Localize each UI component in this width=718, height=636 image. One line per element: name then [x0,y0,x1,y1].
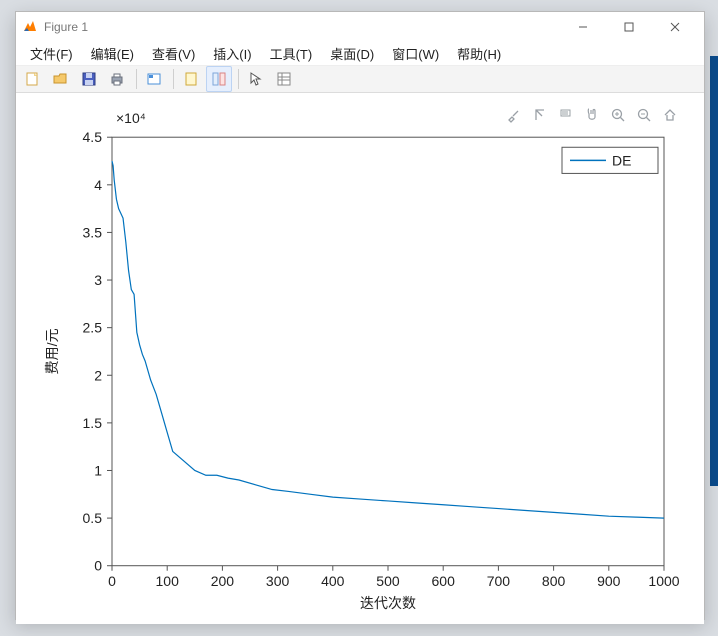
y-tick-label: 3 [94,272,102,288]
window-title: Figure 1 [44,20,560,34]
y-tick-label: 4.5 [83,129,103,145]
toolbar-separator [136,69,137,89]
menu-bar: 文件(F) 编辑(E) 查看(V) 插入(I) 工具(T) 桌面(D) 窗口(W… [16,42,704,66]
menu-window[interactable]: 窗口(W) [384,42,447,65]
x-tick-label: 500 [376,573,400,589]
x-tick-label: 0 [108,573,116,589]
axes-toolbar [504,105,680,125]
window-controls [560,12,698,42]
y-tick-label: 1.5 [83,415,103,431]
save-button[interactable] [76,66,102,92]
new-figure-button[interactable] [20,66,46,92]
menu-help[interactable]: 帮助(H) [449,42,509,65]
menu-tools[interactable]: 工具(T) [262,42,321,65]
data-tip-icon[interactable] [556,105,576,125]
restore-view-icon[interactable] [660,105,680,125]
menu-file[interactable]: 文件(F) [22,42,81,65]
zoom-in-icon[interactable] [608,105,628,125]
matlab-icon [22,19,38,35]
y-tick-label: 4 [94,177,102,193]
y-tick-label: 2.5 [83,320,103,336]
zoom-out-icon[interactable] [634,105,654,125]
x-tick-label: 300 [266,573,290,589]
rotate-icon[interactable] [530,105,550,125]
data-cursor-button[interactable] [141,66,167,92]
menu-insert[interactable]: 插入(I) [205,42,259,65]
x-tick-label: 600 [432,573,456,589]
figure-window: Figure 1 文件(F) 编辑(E) 查看(V) 插入(I) 工具(T) 桌… [15,11,705,620]
x-tick-label: 400 [321,573,345,589]
y-axis-label: 费用/元 [44,328,60,374]
x-tick-label: 900 [597,573,621,589]
x-axis-label: 迭代次数 [360,595,416,611]
y-tick-label: 0.5 [83,510,103,526]
legend-label: DE [612,152,631,168]
x-tick-label: 200 [211,573,235,589]
x-tick-label: 100 [156,573,180,589]
print-button[interactable] [104,66,130,92]
toolbar-separator [238,69,239,89]
toolbar-separator [173,69,174,89]
open-button[interactable] [48,66,74,92]
toolbar [16,66,704,93]
y-exponent-label: ×10⁴ [116,110,146,126]
x-tick-label: 700 [487,573,511,589]
y-tick-label: 3.5 [83,224,103,240]
edit-plot-button[interactable] [243,66,269,92]
menu-view[interactable]: 查看(V) [144,42,203,65]
minimize-button[interactable] [560,12,606,42]
y-tick-label: 2 [94,367,102,383]
close-button[interactable] [652,12,698,42]
y-tick-label: 0 [94,558,102,574]
insert-colorbar-button[interactable] [206,66,232,92]
menu-desktop[interactable]: 桌面(D) [322,42,382,65]
x-tick-label: 1000 [648,573,679,589]
property-inspector-button[interactable] [271,66,297,92]
maximize-button[interactable] [606,12,652,42]
y-tick-label: 1 [94,462,102,478]
link-axes-button[interactable] [178,66,204,92]
brush-icon[interactable] [504,105,524,125]
line-chart[interactable]: ×10⁴ 0 100 200 300 400 500 600 700 800 900 1000 0 0.5… [24,101,696,616]
pan-icon[interactable] [582,105,602,125]
x-tick-label: 800 [542,573,566,589]
background-stripe [710,56,718,486]
menu-edit[interactable]: 编辑(E) [83,42,142,65]
figure-area: ×10⁴ 0 100 200 300 400 500 600 700 800 900 1000 0 0.5… [16,93,704,624]
title-bar: Figure 1 [16,12,704,42]
